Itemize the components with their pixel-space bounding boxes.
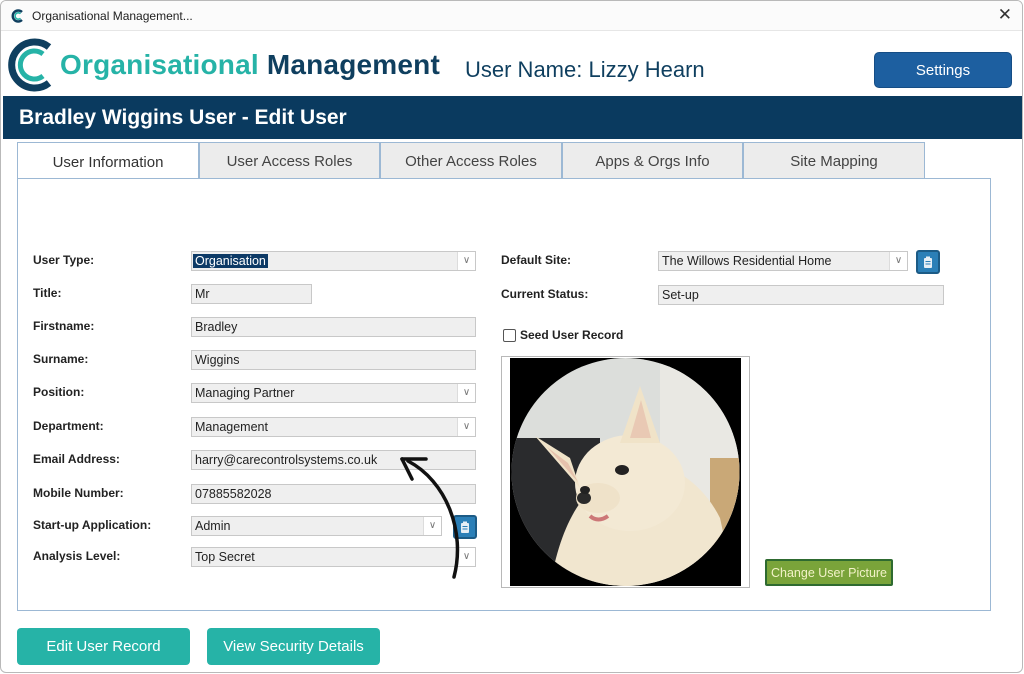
page-title: Bradley Wiggins User - Edit User: [3, 96, 1022, 139]
current-status-field: Set-up: [658, 285, 944, 305]
chevron-down-icon[interactable]: ∨: [457, 384, 475, 402]
title-bar: Organisational Management... ✕: [1, 1, 1022, 31]
tab-user-access-roles[interactable]: User Access Roles: [199, 142, 380, 179]
chevron-down-icon[interactable]: ∨: [457, 252, 475, 270]
user-name: User Name: Lizzy Hearn: [465, 57, 705, 82]
firstname-field[interactable]: Bradley: [191, 317, 476, 337]
default-site-select[interactable]: The Willows Residential Home ∨: [658, 251, 908, 271]
startup-application-value: Admin: [195, 519, 231, 533]
title-field[interactable]: Mr: [191, 284, 312, 304]
title-label: Title:: [33, 286, 62, 300]
position-label: Position:: [33, 385, 85, 399]
default-site-value: The Willows Residential Home: [662, 254, 832, 268]
startup-application-label: Start-up Application:: [33, 518, 152, 532]
position-select[interactable]: Managing Partner ∨: [191, 383, 476, 403]
tab-user-information[interactable]: User Information: [17, 142, 199, 181]
position-value: Managing Partner: [195, 386, 295, 400]
default-site-label: Default Site:: [501, 253, 572, 267]
brand-name-part2: Management: [266, 49, 440, 80]
department-value: Management: [195, 420, 268, 434]
tab-site-mapping[interactable]: Site Mapping: [743, 142, 925, 179]
chevron-down-icon[interactable]: ∨: [889, 252, 907, 270]
seed-user-record-label: Seed User Record: [520, 328, 624, 342]
dog-photo-icon: [511, 358, 740, 586]
brand-name: Organisational Management: [60, 49, 440, 81]
department-select[interactable]: Management ∨: [191, 417, 476, 437]
seed-user-record-toggle[interactable]: Seed User Record: [503, 328, 623, 342]
change-user-picture-button[interactable]: Change User Picture: [765, 559, 893, 586]
close-icon[interactable]: ✕: [998, 5, 1012, 25]
seed-user-record-checkbox[interactable]: [503, 328, 516, 342]
default-site-button[interactable]: [916, 250, 940, 274]
analysis-level-value: Top Secret: [195, 550, 255, 564]
annotation-arrow: [400, 457, 460, 579]
email-label: Email Address:: [33, 452, 120, 466]
firstname-label: Firstname:: [33, 319, 95, 333]
analysis-level-label: Analysis Level:: [33, 549, 121, 563]
edit-user-record-button[interactable]: Edit User Record: [17, 628, 190, 665]
app-logo-icon: [11, 9, 23, 23]
department-label: Department:: [33, 419, 104, 433]
user-picture: [510, 358, 741, 586]
user-type-value: Organisation: [193, 254, 268, 268]
view-security-details-button[interactable]: View Security Details: [207, 628, 380, 665]
user-type-label: User Type:: [33, 253, 95, 267]
surname-label: Surname:: [33, 352, 89, 366]
clipboard-icon: [924, 256, 932, 268]
tab-apps-orgs-info[interactable]: Apps & Orgs Info: [562, 142, 743, 179]
user-type-select[interactable]: Organisation ∨: [191, 251, 476, 271]
window-title: Organisational Management...: [32, 9, 193, 23]
app-window: Organisational Management... ✕ Organisat…: [0, 0, 1023, 673]
settings-button[interactable]: Settings: [874, 52, 1012, 88]
current-status-label: Current Status:: [501, 287, 589, 301]
chevron-down-icon[interactable]: ∨: [457, 418, 475, 436]
surname-field[interactable]: Wiggins: [191, 350, 476, 370]
tab-other-access-roles[interactable]: Other Access Roles: [380, 142, 562, 179]
brand-logo-icon: [8, 38, 52, 92]
mobile-label: Mobile Number:: [33, 486, 124, 500]
brand-name-part1: Organisational: [60, 49, 259, 80]
